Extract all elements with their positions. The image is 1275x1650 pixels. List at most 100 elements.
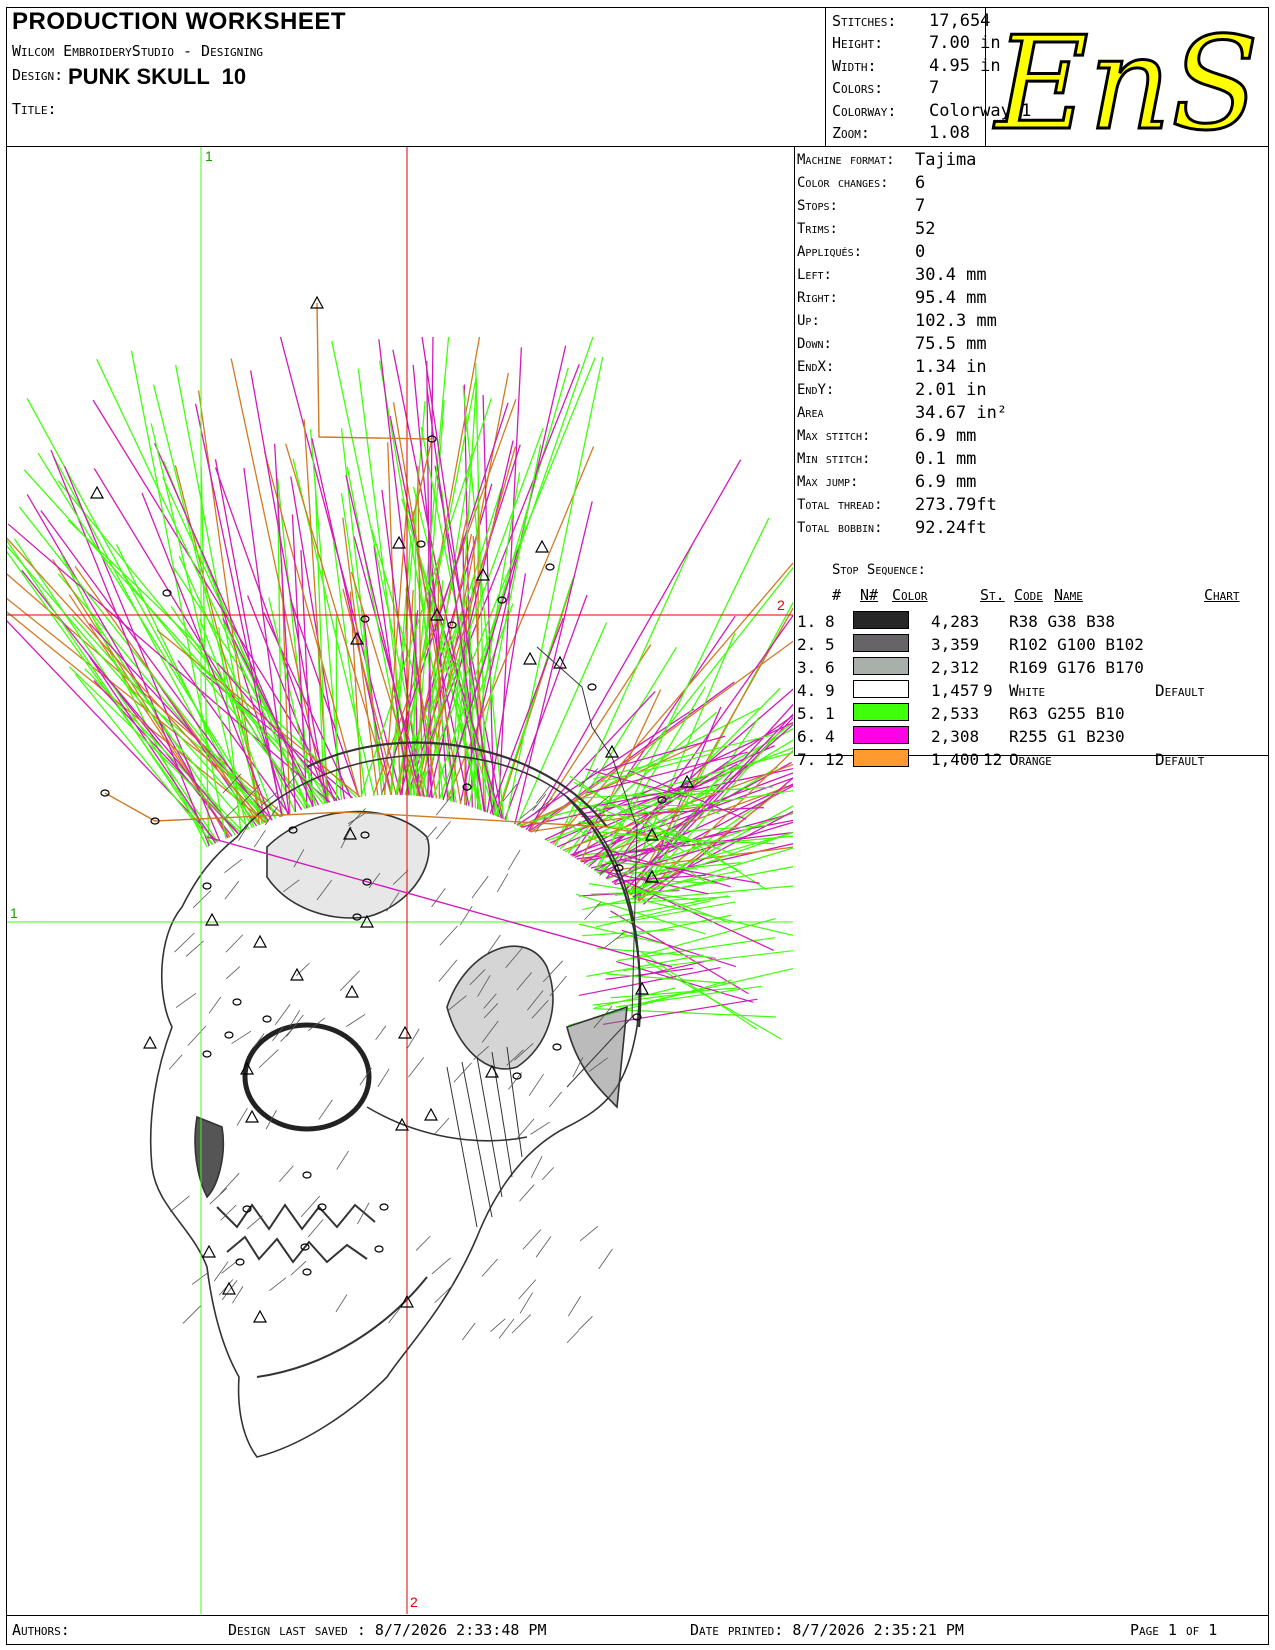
hatch-line: [335, 1294, 348, 1313]
hatch-line: [168, 1054, 183, 1070]
stitch-circle: [587, 683, 597, 691]
stat-label: Colors:: [832, 79, 884, 97]
color-swatch: [853, 680, 909, 698]
jaw-line: [256, 1276, 428, 1378]
color-swatch: [853, 634, 909, 652]
stitch-circle: [302, 1268, 312, 1276]
stop-sequence-row: 4. 9 1,457 9 White Default: [797, 679, 1227, 702]
machine-row: Max stitch: 6.9 mm: [797, 424, 976, 448]
stat-label: Width:: [832, 56, 877, 75]
machine-value: 2.01 in: [915, 380, 987, 400]
hatch-line: [481, 1258, 498, 1277]
hair-spike: [52, 559, 231, 838]
temple-plate: [446, 945, 554, 1070]
stop-sequence-row: 2. 5 3,359 R102 G100 B102: [797, 633, 1227, 656]
seq-num: 1.: [797, 612, 817, 631]
machine-value: 34.67 in²: [915, 403, 1008, 423]
hatch-line: [434, 1283, 455, 1304]
lower-teeth: [226, 1235, 368, 1264]
guide-label-red-h: 2: [777, 597, 785, 613]
machine-row: EndY: 2.01 in: [797, 378, 987, 402]
machine-value: 6.9 mm: [915, 426, 977, 446]
seq-name: White: [1009, 681, 1046, 700]
hatch-line: [225, 934, 244, 953]
color-swatch: [853, 703, 909, 721]
hatch-line: [169, 1195, 190, 1213]
hair-spike: [579, 804, 685, 807]
hatch-line: [431, 888, 446, 908]
hatch-line: [566, 1330, 579, 1344]
hatch-line: [336, 1150, 349, 1170]
color-swatch: [853, 657, 909, 675]
stat-label: Stitches:: [832, 11, 897, 30]
design-canvas: 1 1 2 2: [7, 147, 793, 1614]
hatch-line: [208, 996, 222, 1014]
hatch-line: [572, 1056, 584, 1078]
stitch-triangle: [423, 1107, 439, 1121]
hatch-line: [296, 962, 310, 976]
seq-n: 5: [825, 635, 835, 654]
hatch-line: [431, 1257, 451, 1275]
jump-path: [316, 302, 433, 523]
hatch-line: [435, 821, 451, 840]
seq-st: 4,283: [931, 612, 980, 631]
machine-label: Stops:: [797, 198, 838, 214]
seq-st: 2,308: [931, 727, 980, 746]
hair-spike: [416, 357, 596, 797]
seq-n: 6: [825, 658, 835, 677]
hatch-line: [530, 1156, 543, 1178]
machine-row: Down: 75.5 mm: [797, 332, 987, 356]
mohawk-hair: [7, 336, 793, 1040]
machine-row: Trims: 52: [797, 217, 935, 241]
nose-cavity: [194, 1115, 225, 1199]
stitch-triangle: [397, 1025, 413, 1039]
stop-sequence-row: 3. 6 2,312 R169 G176 B170: [797, 656, 1227, 679]
machine-label: Machine format:: [797, 152, 895, 168]
hatch-line: [584, 902, 601, 920]
stats-divider: [825, 7, 826, 147]
logo-text: EnS: [993, 10, 1259, 144]
seq-name: Orange: [1009, 750, 1052, 769]
hair-spike: [546, 747, 793, 842]
col-name: Name: [1054, 586, 1083, 604]
guide-label-green-h: 1: [10, 905, 18, 921]
seq-st: 2,533: [931, 704, 980, 723]
guide-label-red-v: 2: [410, 1594, 418, 1610]
design-label: Design:: [12, 66, 64, 84]
col-n: N#: [860, 586, 879, 604]
seq-name: R102 G100 B102: [1009, 635, 1144, 654]
stitch-circle: [202, 1050, 212, 1058]
hatch-line: [471, 875, 489, 899]
hatch-line: [346, 1013, 366, 1027]
hatch-line: [438, 959, 458, 982]
hatch-line: [219, 1172, 240, 1195]
skull: [149, 741, 642, 1458]
hair-spike: [628, 967, 793, 1007]
hatch-line: [269, 1277, 287, 1291]
hatch-line: [541, 1167, 554, 1181]
seq-n: 8: [825, 612, 835, 631]
machine-row: Right: 95.4 mm: [797, 286, 987, 310]
stitch-circle: [224, 1031, 234, 1039]
page-number: Page 1 of 1: [1130, 1621, 1218, 1639]
seq-code: 12: [983, 750, 1003, 769]
hatch-line: [231, 1030, 252, 1045]
machine-value: 95.4 mm: [915, 288, 987, 308]
seq-name: R63 G255 B10: [1009, 704, 1125, 723]
hatch-line: [578, 1315, 593, 1331]
hatch-line: [175, 993, 197, 1008]
eye-socket: [242, 1022, 372, 1132]
stitch-triangle: [204, 912, 220, 926]
stop-sequence-title: Stop Sequence:: [832, 562, 926, 578]
hatch-line: [226, 966, 241, 980]
ens-logo: EnS: [992, 10, 1261, 144]
col-color: Color: [892, 586, 928, 604]
stop-sequence-header: # N# Color St. Code Name Chart: [832, 586, 1262, 608]
machine-label: Total thread:: [797, 497, 883, 513]
hatch-line: [224, 859, 243, 873]
seq-name: R169 G176 B170: [1009, 658, 1144, 677]
hair-spike: [514, 501, 593, 825]
hatch-line: [187, 1025, 207, 1046]
machine-label: EndX:: [797, 359, 835, 375]
machine-value: 273.79ft: [915, 495, 997, 515]
